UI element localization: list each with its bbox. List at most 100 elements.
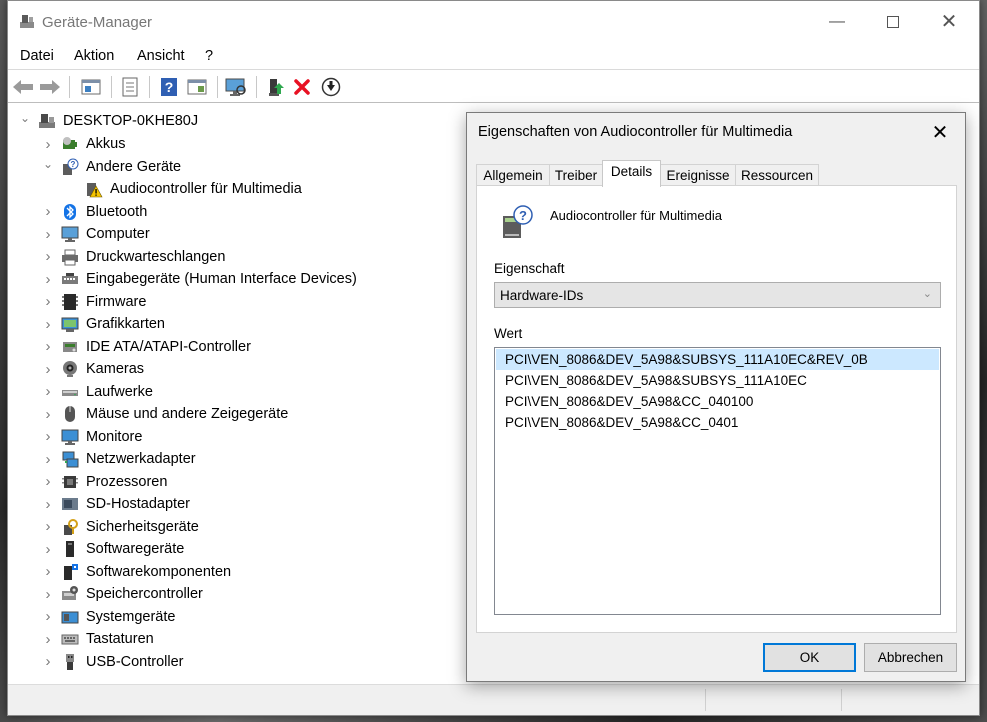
tree-item-speichercontroller[interactable]: › Speichercontroller xyxy=(46,583,203,605)
uninstall-device-button[interactable] xyxy=(290,75,314,99)
tree-item-sd-hostadapter[interactable]: › SD-Hostadapter xyxy=(46,493,190,515)
tree-item-akkus[interactable]: › Akkus xyxy=(46,133,126,155)
tree-item-systemgeräte[interactable]: › Systemgeräte xyxy=(46,606,176,628)
chevron-right-icon[interactable]: › xyxy=(43,406,53,423)
tree-item-monitore[interactable]: › Monitore xyxy=(46,426,143,448)
close-window-button[interactable]: ✕ xyxy=(926,7,972,37)
tree-item-mäuse-und-andere-zeigegeräte[interactable]: › Mäuse und andere Zeigegeräte xyxy=(46,403,289,425)
tree-item-andere-geräte[interactable]: ⌄? Andere Geräte xyxy=(43,156,181,178)
update-driver-button[interactable] xyxy=(264,75,288,99)
chevron-right-icon[interactable]: › xyxy=(43,563,53,580)
value-list-item[interactable]: PCI\VEN_8086&DEV_5A98&CC_040100 xyxy=(496,391,939,412)
maximize-button[interactable] xyxy=(870,7,916,37)
tree-item-label: Eingabegeräte (Human Interface Devices) xyxy=(86,271,357,287)
chevron-right-icon[interactable]: › xyxy=(43,541,53,558)
chevron-right-icon[interactable]: › xyxy=(43,428,53,445)
window-title: Geräte-Manager xyxy=(42,14,153,31)
tree-item-laufwerke[interactable]: › Laufwerke xyxy=(46,381,153,403)
chevron-right-icon[interactable]: › xyxy=(43,248,53,265)
chevron-right-icon[interactable]: › xyxy=(43,586,53,603)
menu-ansicht[interactable]: Ansicht xyxy=(137,48,185,64)
tree-item-netzwerkadapter[interactable]: › Netzwerkadapter xyxy=(46,448,196,470)
tree-item-grafikkarten[interactable]: › Grafikkarten xyxy=(46,313,165,335)
menu-datei[interactable]: Datei xyxy=(20,48,54,64)
tree-item-label: Kameras xyxy=(86,361,145,377)
chevron-right-icon[interactable]: › xyxy=(43,631,53,648)
software-device-icon xyxy=(61,540,79,558)
tab-ressourcen[interactable]: Ressourcen xyxy=(735,164,819,186)
property-select[interactable]: Hardware-IDs ⌄ xyxy=(494,282,941,308)
chevron-down-icon[interactable]: ⌄ xyxy=(43,157,53,171)
tree-item-softwaregeräte[interactable]: › Softwaregeräte xyxy=(46,538,185,560)
tab-details[interactable]: Details xyxy=(602,160,661,187)
tab-ereignisse[interactable]: Ereignisse xyxy=(660,164,736,186)
value-list[interactable]: PCI\VEN_8086&DEV_5A98&SUBSYS_111A10EC&RE… xyxy=(494,347,941,615)
tree-item-firmware[interactable]: › Firmware xyxy=(46,291,147,313)
menu-help[interactable]: ? xyxy=(205,48,213,64)
tree-item-audiocontroller-für-multimedia[interactable]: Audiocontroller für Multimedia xyxy=(85,178,302,200)
chevron-right-icon[interactable]: › xyxy=(43,203,53,220)
tab-allgemein[interactable]: Allgemein xyxy=(476,164,550,186)
bluetooth-icon xyxy=(61,203,79,221)
disk-drive-icon xyxy=(61,383,79,401)
chevron-right-icon[interactable]: › xyxy=(43,361,53,378)
title-bar[interactable]: Geräte-Manager — ✕ xyxy=(8,1,979,43)
value-list-item[interactable]: PCI\VEN_8086&DEV_5A98&SUBSYS_111A10EC&RE… xyxy=(496,349,939,370)
help-button[interactable]: ? xyxy=(157,75,181,99)
tree-item-eingabegeräte-human-interface-devices[interactable]: › Eingabegeräte (Human Interface Devices) xyxy=(46,268,357,290)
tree-item-label: Systemgeräte xyxy=(86,608,176,625)
ok-button[interactable]: OK xyxy=(763,643,856,672)
forward-button[interactable] xyxy=(38,75,62,99)
tree-item-druckwarteschlangen[interactable]: › Druckwarteschlangen xyxy=(46,246,225,268)
chevron-right-icon[interactable]: › xyxy=(43,338,53,355)
system-device-icon xyxy=(61,608,79,626)
chevron-right-icon[interactable]: › xyxy=(43,316,53,333)
value-label: Wert xyxy=(494,326,523,341)
cancel-button[interactable]: Abbrechen xyxy=(864,643,957,672)
chevron-right-icon[interactable]: › xyxy=(43,293,53,310)
tree-item-prozessoren[interactable]: › Prozessoren xyxy=(46,471,168,493)
value-list-item[interactable]: PCI\VEN_8086&DEV_5A98&SUBSYS_111A10EC xyxy=(496,370,939,391)
chevron-right-icon[interactable]: › xyxy=(43,496,53,513)
tree-item-tastaturen[interactable]: › Tastaturen xyxy=(46,628,154,650)
tree-item-bluetooth[interactable]: › Bluetooth xyxy=(46,201,148,223)
tree-item-label: Firmware xyxy=(86,293,147,310)
dialog-close-button[interactable]: ✕ xyxy=(925,119,955,147)
chevron-right-icon[interactable]: › xyxy=(43,226,53,243)
properties-sheet-icon xyxy=(122,77,138,97)
tree-item-ide-ata-atapi-controller[interactable]: › IDE ATA/ATAPI-Controller xyxy=(46,336,251,358)
action-view-button[interactable] xyxy=(185,75,209,99)
minimize-button[interactable]: — xyxy=(814,7,860,37)
back-button[interactable] xyxy=(11,75,35,99)
tree-item-label: DESKTOP-0KHE80J xyxy=(63,113,199,129)
tree-item-softwarekomponenten[interactable]: › Softwarekomponenten xyxy=(46,561,232,583)
menu-aktion[interactable]: Aktion xyxy=(74,48,114,64)
chevron-right-icon[interactable]: › xyxy=(43,518,53,535)
tree-item-label: Monitore xyxy=(86,428,143,445)
chevron-right-icon[interactable]: › xyxy=(43,653,53,670)
tree-item-label: Softwarekomponenten xyxy=(86,563,232,580)
tree-item-usb-controller[interactable]: › USB-Controller xyxy=(46,651,184,673)
chevron-down-icon[interactable]: ⌄ xyxy=(20,111,30,125)
properties-button[interactable] xyxy=(118,75,142,99)
tree-item-label: Audiocontroller für Multimedia xyxy=(110,181,302,197)
tab-treiber[interactable]: Treiber xyxy=(549,164,603,186)
tree-item-root[interactable]: ⌄ DESKTOP-0KHE80J xyxy=(20,110,199,132)
chevron-right-icon[interactable]: › xyxy=(43,271,53,288)
view-button[interactable] xyxy=(79,75,103,99)
chevron-right-icon[interactable]: › xyxy=(43,473,53,490)
tree-item-sicherheitsgeräte[interactable]: › Sicherheitsgeräte xyxy=(46,516,199,538)
chevron-right-icon[interactable]: › xyxy=(43,451,53,468)
chevron-right-icon[interactable]: › xyxy=(43,383,53,400)
chevron-right-icon[interactable]: › xyxy=(43,136,53,153)
tree-item-label: Tastaturen xyxy=(86,631,154,647)
disable-device-button[interactable] xyxy=(319,75,343,99)
value-list-item[interactable]: PCI\VEN_8086&DEV_5A98&CC_0401 xyxy=(496,412,939,433)
display-adapter-icon xyxy=(61,315,79,333)
unknown-device-icon: ? xyxy=(503,205,533,238)
scan-hardware-button[interactable] xyxy=(224,75,248,99)
tree-item-computer[interactable]: › Computer xyxy=(46,223,150,245)
chevron-right-icon[interactable]: › xyxy=(43,608,53,625)
tree-item-kameras[interactable]: › Kameras xyxy=(46,358,145,380)
window-view-icon xyxy=(81,79,101,95)
